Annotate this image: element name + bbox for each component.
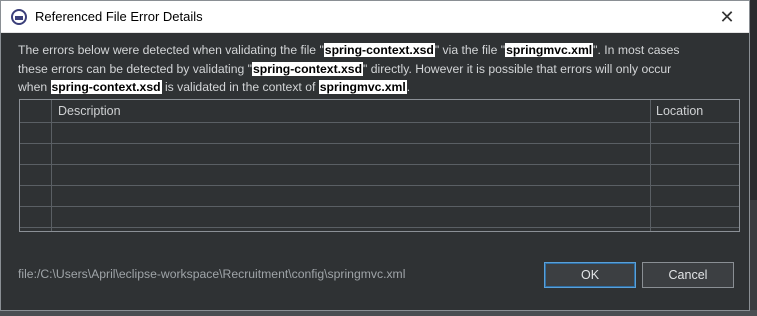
close-icon[interactable]: ✕ [713,4,741,30]
highlighted-filename: spring-context.xsd [323,43,435,57]
highlighted-filename: springmvc.xml [318,80,407,94]
errors-table[interactable]: Description Location [19,99,740,232]
table-row[interactable] [20,144,739,165]
table-row[interactable] [20,186,739,207]
background-window-edge [749,200,757,316]
highlighted-filename: springmvc.xml [505,43,594,57]
highlighted-filename: spring-context.xsd [50,80,162,94]
error-explanation: The errors below were detected when vali… [18,41,734,97]
eclipse-icon [11,8,27,25]
message-text: when [18,80,51,94]
window-title: Referenced File Error Details [35,9,203,24]
message-text: these errors can be detected by validati… [18,61,252,76]
message-text: " via the file " [434,43,506,57]
table-row[interactable] [20,123,739,144]
ok-button[interactable]: OK [544,262,636,288]
table-row[interactable] [20,165,739,186]
column-header-location[interactable]: Location [656,104,703,118]
message-text: . [406,80,411,94]
message-line-3: when spring-context.xsd is validated in … [18,78,734,97]
message-text: The errors below were detected when vali… [18,43,324,57]
message-line-2: these errors can be detected by validati… [18,60,734,79]
table-row[interactable] [20,207,739,228]
referenced-file-error-dialog: Referenced File Error Details ✕ The erro… [0,0,750,311]
title-bar[interactable]: Referenced File Error Details ✕ [1,1,749,33]
highlighted-filename: spring-context.xsd [252,61,364,76]
message-text: " directly. However it is possible that … [363,61,672,76]
message-text: is validated in the context of [161,80,319,94]
message-text: ". In most cases [593,43,680,57]
cancel-button[interactable]: Cancel [642,262,734,288]
table-header: Description Location [20,100,739,123]
message-line-1: The errors below were detected when vali… [18,41,734,60]
file-path-label: file:/C:\Users\April\eclipse-workspace\R… [18,267,406,281]
column-header-description[interactable]: Description [58,104,121,118]
